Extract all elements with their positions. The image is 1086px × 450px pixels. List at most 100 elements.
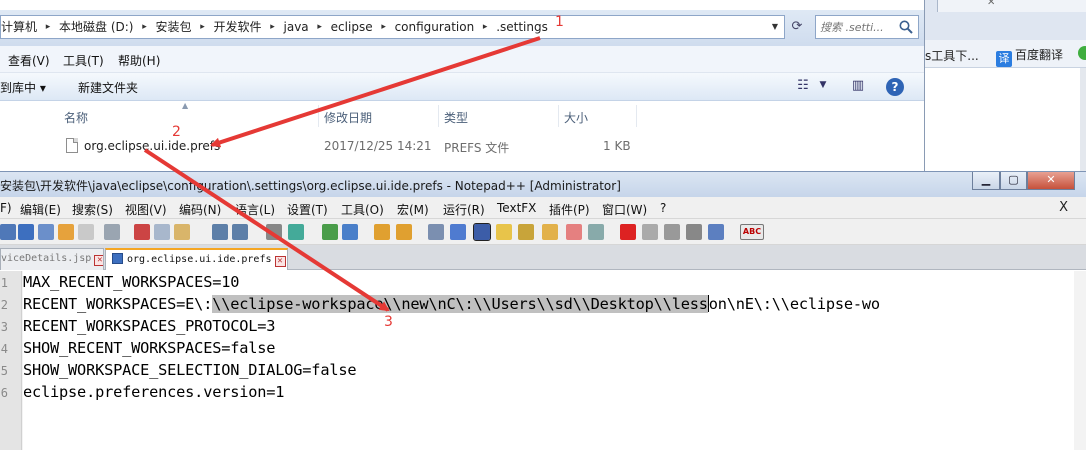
browser-scrollbar[interactable] <box>1080 68 1086 172</box>
copy-icon[interactable] <box>154 224 170 240</box>
monitoring-icon[interactable] <box>588 224 604 240</box>
save-all-icon[interactable] <box>38 224 54 240</box>
word-wrap-icon[interactable] <box>428 224 444 240</box>
column-divider[interactable] <box>438 105 439 127</box>
sync-horizontal-icon[interactable] <box>396 224 412 240</box>
show-all-chars-icon[interactable] <box>450 224 466 240</box>
print-icon[interactable] <box>104 224 120 240</box>
play-macro-icon[interactable] <box>664 224 680 240</box>
breadcrumb-installers[interactable]: 安装包 <box>155 16 191 38</box>
browser-tab[interactable]: ✕ <box>937 0 1086 12</box>
tab-close-icon[interactable]: ✕ <box>274 256 286 267</box>
breadcrumb-java[interactable]: java <box>284 16 309 38</box>
spell-check-icon[interactable]: ABC <box>740 224 764 240</box>
bookmark-baidu-translate[interactable]: 译百度翻译 <box>996 46 1063 67</box>
indent-guide-icon[interactable] <box>473 223 491 241</box>
address-bar[interactable]: 计算机 ▸ 本地磁盘 (D:) ▸ 安装包 ▸ 开发软件 ▸ java ▸ eclipse ▸ conf… <box>0 15 785 39</box>
code-line-3[interactable]: RECENT_WORKSPACES_PROTOCOL=3 <box>23 317 275 335</box>
maximize-button[interactable]: ▢ <box>1000 172 1027 190</box>
text-editor[interactable]: 1 2 3 4 5 6 MAX_RECENT_WORKSPACES=10 REC… <box>0 271 1086 450</box>
folder-workspace-icon[interactable] <box>566 224 582 240</box>
breadcrumb-separator-icon[interactable]: ▸ <box>262 16 284 38</box>
close-all-icon[interactable] <box>78 224 94 240</box>
close-button[interactable]: ✕ <box>1027 172 1075 190</box>
zoom-in-icon[interactable] <box>322 224 338 240</box>
menu-run[interactable]: 运行(R) <box>443 201 485 218</box>
column-divider[interactable] <box>558 105 559 127</box>
column-name[interactable]: 名称 <box>64 109 88 126</box>
close-file-icon[interactable] <box>58 224 74 240</box>
undo-icon[interactable] <box>212 224 228 240</box>
menu-textfx[interactable]: TextFX <box>497 201 536 215</box>
view-dropdown-icon[interactable]: ▼ <box>818 80 828 98</box>
breadcrumb-computer[interactable]: 计算机 <box>1 16 37 38</box>
column-type[interactable]: 类型 <box>444 109 468 126</box>
breadcrumb-dev-software[interactable]: 开发软件 <box>214 16 262 38</box>
menu-plugins[interactable]: 插件(P) <box>549 201 590 218</box>
language-icon[interactable] <box>496 224 512 240</box>
breadcrumb-configuration[interactable]: configuration <box>395 16 475 38</box>
search-icon[interactable] <box>898 19 914 35</box>
tab-close-icon[interactable]: ✕ <box>94 255 103 266</box>
zoom-out-icon[interactable] <box>342 224 358 240</box>
new-folder-button[interactable]: 新建文件夹 <box>78 79 138 96</box>
paste-icon[interactable] <box>174 224 190 240</box>
breadcrumb-separator-icon[interactable]: ▸ <box>192 16 214 38</box>
function-list-icon[interactable] <box>542 224 558 240</box>
record-macro-icon[interactable] <box>620 224 636 240</box>
extension-icon[interactable] <box>1078 46 1086 60</box>
search-box[interactable] <box>815 15 919 39</box>
minimize-button[interactable]: ▁ <box>972 172 1000 190</box>
menu-view[interactable]: 查看(V) <box>8 52 50 69</box>
breadcrumb-separator-icon[interactable]: ▸ <box>37 16 59 38</box>
menu-window[interactable]: 窗口(W) <box>602 201 647 218</box>
menu-macro[interactable]: 宏(M) <box>397 201 429 218</box>
menu-view[interactable]: 视图(V) <box>125 201 167 218</box>
file-row[interactable]: org.eclipse.ui.ide.prefs 2017/12/25 14:2… <box>0 131 924 161</box>
help-icon[interactable]: ? <box>886 78 904 96</box>
cut-icon[interactable] <box>134 224 150 240</box>
run-multiple-icon[interactable] <box>686 224 702 240</box>
menu-tools[interactable]: 工具(O) <box>341 201 384 218</box>
column-divider[interactable] <box>318 105 319 127</box>
breadcrumb-separator-icon[interactable]: ▸ <box>474 16 496 38</box>
close-document-button[interactable]: X <box>1059 200 1068 215</box>
tab-prefs-file[interactable]: org.eclipse.ui.ide.prefs ✕ <box>105 248 288 270</box>
stop-macro-icon[interactable] <box>642 224 658 240</box>
code-line-5[interactable]: SHOW_WORKSPACE_SELECTION_DIALOG=false <box>23 361 357 379</box>
code-line-6[interactable]: eclipse.preferences.version=1 <box>23 383 284 401</box>
text-selection[interactable]: \\eclipse-workspace\\new\nC\:\\Users\\sd… <box>212 295 708 313</box>
view-options-icon[interactable]: ☷ <box>796 78 810 96</box>
sync-vertical-icon[interactable] <box>374 224 390 240</box>
address-dropdown-icon[interactable]: ▼ <box>768 16 782 38</box>
column-divider[interactable] <box>636 105 637 127</box>
redo-icon[interactable] <box>232 224 248 240</box>
bookmark-tools[interactable]: s工具下... <box>925 47 979 64</box>
include-in-library-button[interactable]: 到库中 ▾ <box>0 79 46 96</box>
find-icon[interactable] <box>266 224 282 240</box>
replace-icon[interactable] <box>288 224 304 240</box>
open-file-icon[interactable] <box>0 224 16 240</box>
code-line-4[interactable]: SHOW_RECENT_WORKSPACES=false <box>23 339 275 357</box>
column-modified[interactable]: 修改日期 <box>324 109 372 126</box>
menu-encoding[interactable]: 编码(N) <box>179 201 221 218</box>
breadcrumb-separator-icon[interactable]: ▸ <box>373 16 395 38</box>
menu-search[interactable]: 搜索(S) <box>72 201 113 218</box>
menu-file[interactable]: F) <box>0 201 12 215</box>
document-map-icon[interactable] <box>518 224 534 240</box>
menu-edit[interactable]: 编辑(E) <box>20 201 61 218</box>
vertical-scrollbar[interactable] <box>1074 271 1086 450</box>
menu-help[interactable]: ? <box>660 201 666 215</box>
tab-close-icon[interactable]: ✕ <box>987 0 995 8</box>
breadcrumb-disk-d[interactable]: 本地磁盘 (D:) <box>59 16 133 38</box>
breadcrumb-eclipse[interactable]: eclipse <box>331 16 373 38</box>
file-name[interactable]: org.eclipse.ui.ide.prefs <box>84 139 220 153</box>
save-icon[interactable] <box>18 224 34 240</box>
notepadpp-titlebar[interactable]: 安装包\开发软件\java\eclipse\configuration\.set… <box>0 172 1086 197</box>
save-macro-icon[interactable] <box>708 224 724 240</box>
refresh-icon[interactable]: ⟳ <box>786 15 808 39</box>
column-size[interactable]: 大小 <box>564 109 588 126</box>
code-line-1[interactable]: MAX_RECENT_WORKSPACES=10 <box>23 273 239 291</box>
menu-settings[interactable]: 设置(T) <box>287 201 328 218</box>
search-input[interactable] <box>820 18 898 36</box>
